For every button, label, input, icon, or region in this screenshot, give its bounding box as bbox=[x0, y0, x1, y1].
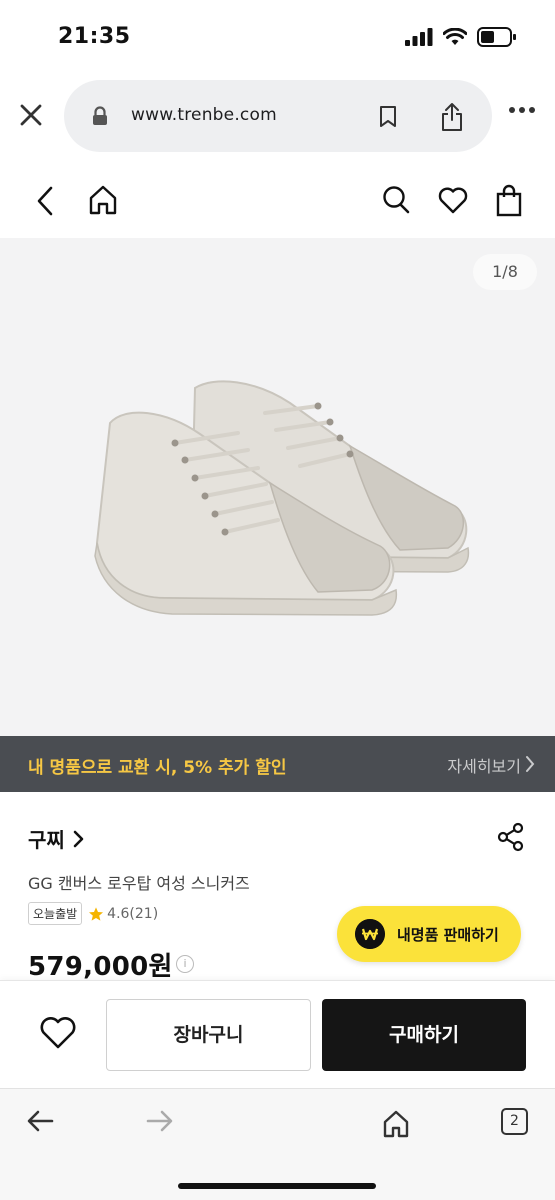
product-name: GG 캔버스 로우탑 여성 스니커즈 bbox=[28, 874, 250, 893]
info-icon[interactable]: i bbox=[176, 955, 194, 973]
sneaker-image bbox=[94, 380, 470, 616]
back-icon[interactable] bbox=[34, 184, 56, 218]
chevron-right-icon bbox=[73, 830, 84, 847]
status-time: 21:35 bbox=[58, 24, 131, 49]
sell-my-luxury-button[interactable]: 내명품 판매하기 bbox=[337, 906, 521, 962]
rating[interactable]: 4.6(21) bbox=[88, 906, 158, 922]
close-icon[interactable] bbox=[16, 100, 46, 130]
buy-now-button[interactable]: 구매하기 bbox=[322, 999, 526, 1071]
won-icon bbox=[355, 919, 385, 949]
home-icon[interactable] bbox=[88, 184, 118, 216]
browser-url-row: www.trenbe.com bbox=[0, 78, 555, 154]
promo-text: 내 명품으로 교환 시, 5% 추가 할인 bbox=[28, 758, 287, 778]
product-image[interactable]: 1/8 bbox=[0, 238, 555, 736]
home-indicator bbox=[178, 1183, 376, 1189]
url-text: www.trenbe.com bbox=[131, 105, 277, 125]
chevron-right-icon bbox=[526, 756, 535, 772]
battery-icon bbox=[477, 27, 516, 47]
search-icon[interactable] bbox=[381, 184, 411, 216]
sell-button-label: 내명품 판매하기 bbox=[397, 926, 499, 944]
shipping-badge: 오늘출발 bbox=[28, 902, 83, 925]
app-nav bbox=[0, 176, 555, 228]
star-icon bbox=[89, 906, 104, 921]
image-page-counter: 1/8 bbox=[473, 254, 537, 290]
wishlist-heart-icon[interactable] bbox=[38, 1015, 78, 1051]
browser-home-icon[interactable] bbox=[382, 1109, 410, 1139]
browser-toolbar: 2 bbox=[0, 1088, 555, 1200]
shopping-bag-icon[interactable] bbox=[495, 184, 523, 218]
brand-name: 구찌 bbox=[28, 828, 65, 852]
purchase-action-bar: 장바구니 구매하기 bbox=[0, 980, 555, 1088]
add-to-cart-button[interactable]: 장바구니 bbox=[106, 999, 311, 1071]
tag-row: 오늘출발 4.6(21) bbox=[28, 902, 158, 925]
browser-back-icon[interactable] bbox=[26, 1109, 54, 1133]
status-icons bbox=[405, 27, 517, 47]
tabs-button[interactable]: 2 bbox=[501, 1108, 528, 1135]
url-bar[interactable]: www.trenbe.com bbox=[64, 80, 492, 152]
lock-icon bbox=[93, 106, 107, 125]
brand-link[interactable]: 구찌 bbox=[28, 824, 85, 853]
wifi-icon bbox=[443, 28, 467, 45]
share-icon[interactable] bbox=[497, 822, 525, 852]
more-icon[interactable] bbox=[508, 106, 536, 114]
price: 579,000원 bbox=[28, 952, 173, 982]
browser-forward-icon[interactable] bbox=[146, 1109, 174, 1133]
bookmark-icon[interactable] bbox=[378, 105, 398, 129]
signal-icon bbox=[405, 28, 433, 46]
promo-banner[interactable]: 내 명품으로 교환 시, 5% 추가 할인 자세히보기 bbox=[0, 736, 555, 792]
status-bar: 21:35 bbox=[0, 0, 555, 72]
rating-value: 4.6(21) bbox=[107, 905, 159, 922]
share-icon[interactable] bbox=[440, 102, 464, 132]
promo-detail-link[interactable]: 자세히보기 bbox=[447, 753, 521, 777]
heart-icon[interactable] bbox=[437, 184, 469, 216]
